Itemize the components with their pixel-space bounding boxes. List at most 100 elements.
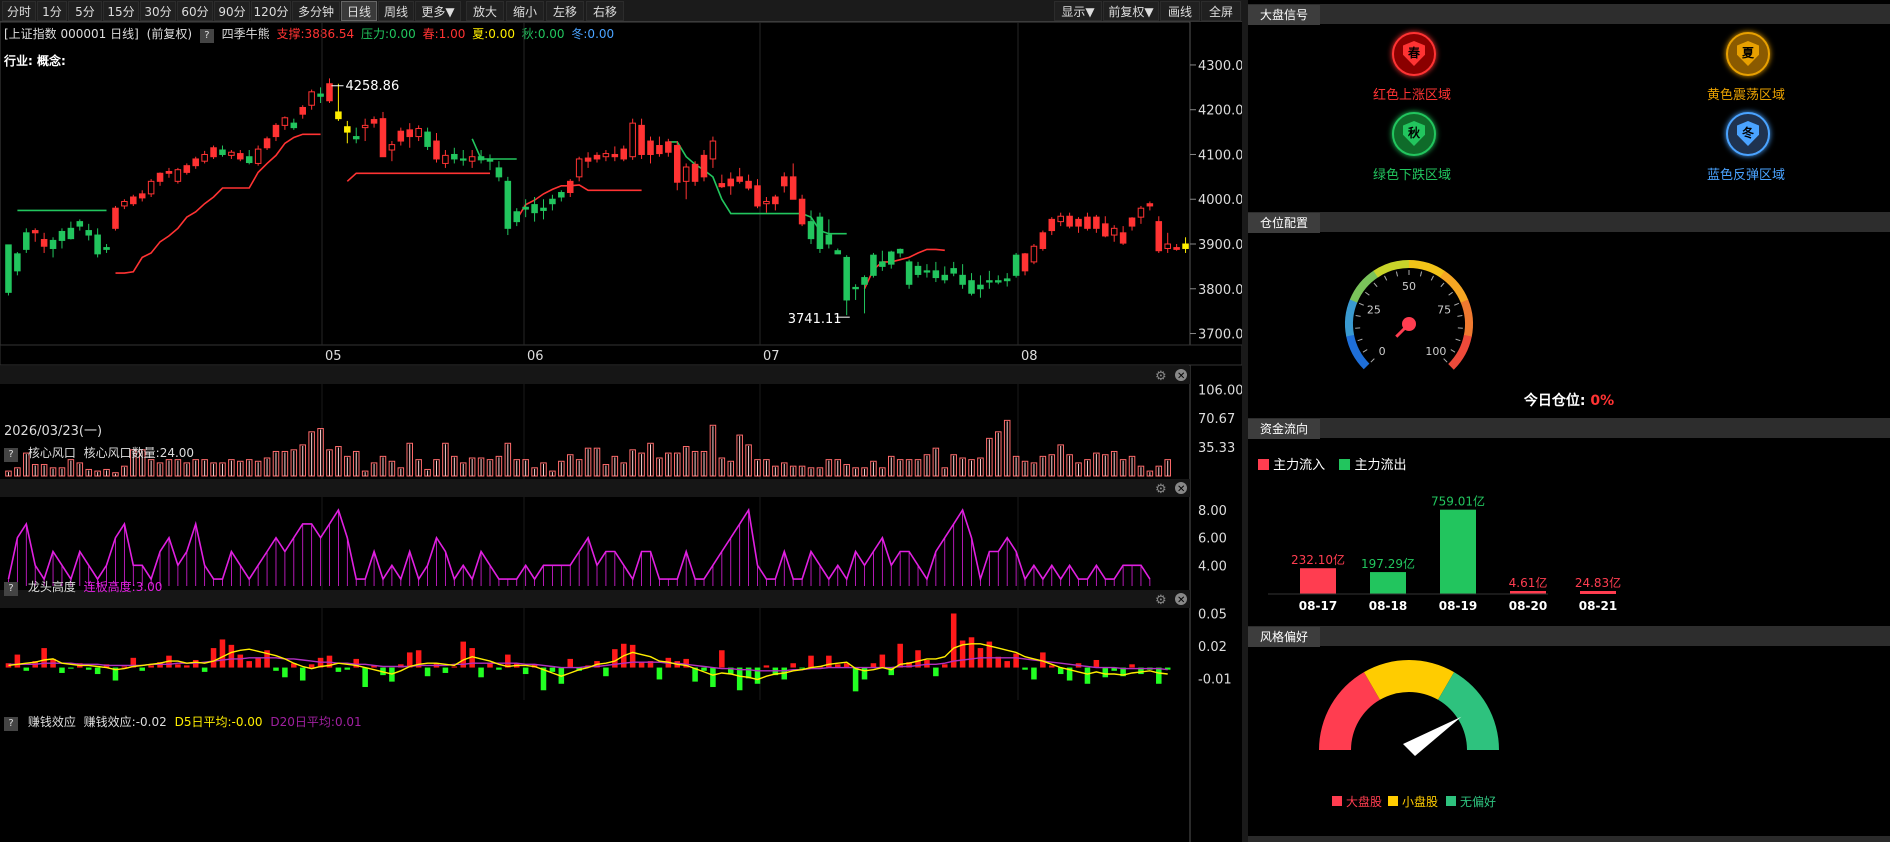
candle-body xyxy=(1110,227,1118,236)
signal-badge-3[interactable]: 冬蓝色反弹区域 xyxy=(1626,112,1866,192)
support-line-segment xyxy=(346,172,490,182)
help-icon[interactable]: ? xyxy=(4,448,18,462)
candle-body xyxy=(932,270,940,279)
section-header: 大盘信号 xyxy=(1248,4,1890,25)
candle-body xyxy=(486,158,494,162)
candle-body xyxy=(780,176,788,187)
fengkou-tick: 106.00 xyxy=(1198,383,1242,398)
candle-body xyxy=(219,149,226,155)
candle-body xyxy=(763,200,770,205)
candle-body xyxy=(290,122,298,129)
zhuanqian-bar xyxy=(14,654,21,668)
candle-body xyxy=(620,148,628,160)
zhuanqian-bar xyxy=(228,644,235,668)
month-label: 07 xyxy=(763,349,780,364)
candle-body xyxy=(468,156,476,162)
date-axis-bar xyxy=(0,344,1242,366)
section-header: 仓位配置 xyxy=(1248,212,1890,233)
candle-body xyxy=(1075,218,1082,227)
zhuanqian-bar xyxy=(175,664,181,668)
close-icon-glyph: ✕ xyxy=(1177,595,1185,606)
gauge-minor-tick xyxy=(1440,282,1445,288)
candle-body xyxy=(950,268,957,274)
candle-body xyxy=(1012,254,1020,276)
section-title: 大盘信号 xyxy=(1248,5,1321,25)
gear-icon[interactable]: ⚙ xyxy=(1155,482,1167,497)
zhuanqian-bar xyxy=(94,667,101,675)
signal-badge-0[interactable]: 春红色上涨区域 xyxy=(1292,32,1532,112)
candle-body xyxy=(103,247,110,250)
candle-body xyxy=(1146,203,1154,207)
candle-body xyxy=(1084,216,1091,229)
zhuanqian-bar xyxy=(1013,653,1019,668)
y-tick-label: 4200.0 xyxy=(1198,104,1242,119)
gauge-minor-tick xyxy=(1370,358,1375,363)
zhuanqian-bar xyxy=(567,658,574,668)
zhuanqian-bar xyxy=(790,663,796,668)
candle-body xyxy=(210,147,217,158)
panel-title-longtou: 龙头高度 xyxy=(27,580,76,594)
candle-body xyxy=(308,91,315,106)
zhuanqian-bar xyxy=(656,667,663,680)
panel-header-longtou: ? 龙头高度 连板高度:3.00 xyxy=(4,578,162,596)
candle-body xyxy=(442,154,449,164)
candle-body xyxy=(201,153,208,162)
candle-body xyxy=(317,93,324,97)
gauge-minor-tick xyxy=(1395,271,1399,277)
zhuanqian-bar xyxy=(273,667,279,671)
candle-body xyxy=(772,196,779,205)
section-header: 风格偏好 xyxy=(1248,626,1890,647)
zhuanqian-current: 赚钱效应:-0.02 xyxy=(83,715,167,729)
zhuanqian-bar xyxy=(522,667,529,675)
candle-body xyxy=(5,244,12,293)
zhuanqian-d20: D20日平均:0.01 xyxy=(270,715,362,729)
zhuanqian-bar xyxy=(763,665,770,668)
sidebar-section-style: 风格偏好 大盘股 小盘股 无偏好 xyxy=(1248,626,1890,836)
candle-body xyxy=(736,176,743,182)
candle-body xyxy=(174,169,182,182)
gauge-arc-segment xyxy=(1345,298,1358,337)
signal-badge-2[interactable]: 秋绿色下跌区域 xyxy=(1292,112,1532,192)
candle-body xyxy=(593,154,601,160)
gear-icon[interactable]: ⚙ xyxy=(1155,593,1167,608)
zhuanqian-bar xyxy=(68,667,74,669)
y-tick-label: 3800.0 xyxy=(1198,283,1242,298)
candle-body xyxy=(1057,215,1064,223)
candle-body xyxy=(1066,215,1073,227)
candle-body xyxy=(825,234,833,245)
panel-title-fengkou: 核心风口 xyxy=(27,446,76,460)
signal-badges: 春红色上涨区域 夏黄色震荡区域秋绿色下跌区域 冬蓝色反弹区域 xyxy=(1248,24,1890,212)
gauge-tick-label: 100 xyxy=(1425,345,1446,358)
help-icon[interactable]: ? xyxy=(4,717,18,731)
candle-body xyxy=(94,234,101,255)
style-legend-label: 小盘股 xyxy=(1402,794,1438,809)
gauge-tick-label: 0 xyxy=(1379,345,1386,358)
candle-body xyxy=(1128,217,1136,227)
zhuanqian-bar xyxy=(246,661,252,668)
candle-body xyxy=(549,198,556,205)
signal-badge-1[interactable]: 夏黄色震荡区域 xyxy=(1626,32,1866,112)
candle-body xyxy=(370,119,378,124)
zhuanqian-tick: 0.05 xyxy=(1198,607,1227,622)
badge-label: 绿色下跌区域 xyxy=(1372,168,1451,183)
gear-icon[interactable]: ⚙ xyxy=(1155,369,1167,384)
zhuanqian-bar xyxy=(879,654,886,668)
candle-body xyxy=(192,158,199,167)
candle-body xyxy=(959,274,966,285)
badge-icon: 春 xyxy=(1392,32,1436,76)
date-cursor-label: 2026/03/23(一) xyxy=(4,424,103,439)
candle-body xyxy=(1003,278,1011,282)
zhuanqian-bar xyxy=(362,667,368,688)
gauge-minor-tick xyxy=(1358,302,1364,306)
candle-body xyxy=(513,211,521,223)
position-gauge: 0 25 50 75 100 xyxy=(1345,260,1473,370)
candle-body xyxy=(861,277,868,285)
flow-bar xyxy=(1370,572,1406,594)
gauge-arc-segment xyxy=(1460,299,1473,338)
help-icon[interactable]: ? xyxy=(4,582,18,596)
support-line-segment xyxy=(471,138,517,160)
candle-body xyxy=(245,156,253,164)
zhuanqian-bar xyxy=(255,657,261,668)
shield-icon: 秋 xyxy=(1403,121,1425,146)
zhuanqian-bar xyxy=(59,667,65,673)
